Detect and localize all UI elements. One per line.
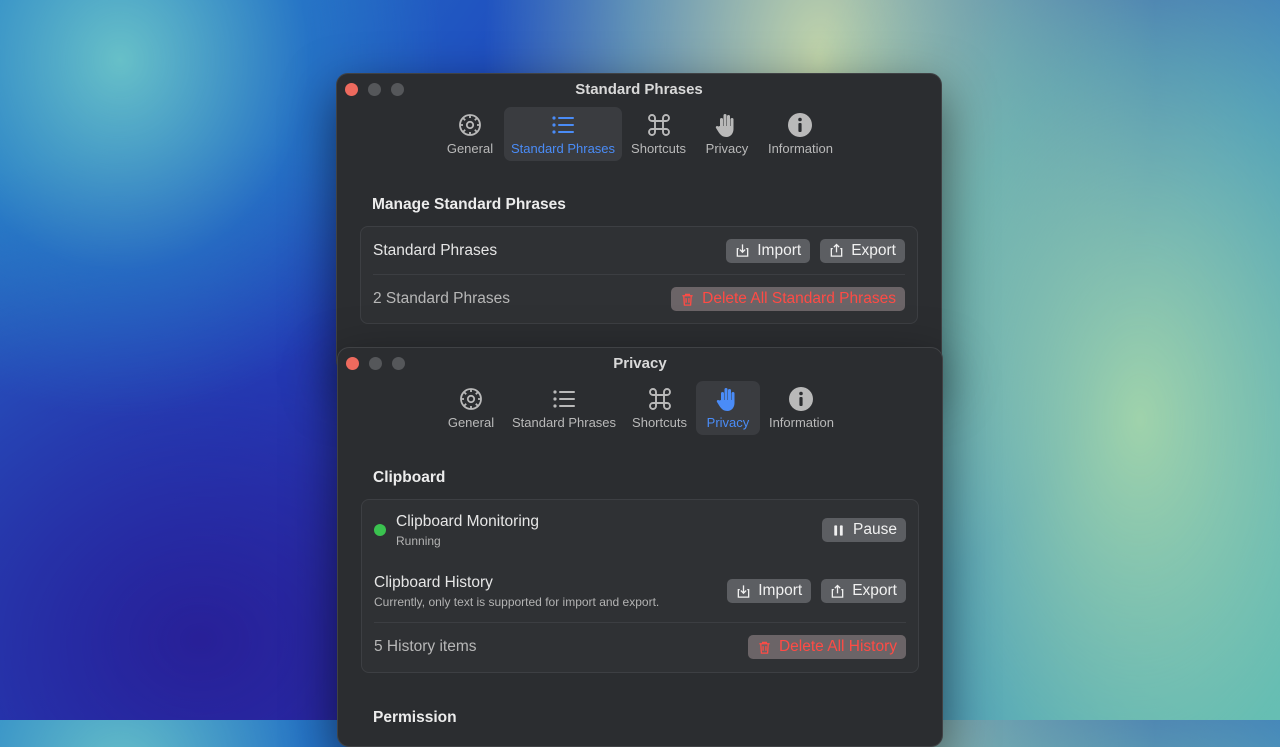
import-button[interactable]: Import — [727, 579, 812, 603]
share-icon — [830, 243, 843, 257]
tab-label: Privacy — [705, 141, 749, 156]
import-icon — [736, 244, 749, 257]
window-title: Standard Phrases — [575, 81, 703, 98]
hand-icon — [715, 114, 734, 137]
clipboard-card: Clipboard Monitoring Running Pause Clipb… — [361, 499, 919, 673]
toolbar-tabs: General Standard Phrases Shortcuts Priva… — [336, 107, 942, 161]
section-title: Manage Standard Phrases — [372, 196, 566, 213]
tab-label: General — [447, 415, 495, 430]
tab-label: Shortcuts — [632, 415, 687, 430]
row-label: Standard Phrases — [373, 241, 498, 259]
gear-icon — [460, 388, 482, 410]
export-button[interactable]: Export — [821, 579, 906, 603]
tab-label: Shortcuts — [631, 141, 686, 156]
import-icon — [737, 584, 750, 598]
tab-standard-phrases[interactable]: Standard Phrases — [503, 107, 623, 161]
history-row: Clipboard History Currently, only text i… — [362, 560, 918, 622]
tab-privacy[interactable]: Privacy — [695, 107, 759, 161]
tab-privacy[interactable]: Privacy — [695, 381, 760, 435]
window-title: Privacy — [613, 355, 667, 372]
title-bar: Standard Phrases — [336, 73, 942, 105]
tab-general[interactable]: General — [438, 107, 502, 161]
pause-button[interactable]: Pause — [822, 518, 906, 542]
history-note: Currently, only text is supported for im… — [374, 594, 660, 609]
export-label: Export — [851, 241, 896, 259]
info-icon — [789, 387, 814, 411]
import-label: Import — [757, 241, 802, 259]
history-count: 5 History items — [374, 638, 477, 655]
export-label: Export — [852, 582, 897, 599]
trash-icon — [759, 641, 770, 654]
delete-label: Delete All History — [778, 638, 897, 655]
hand-icon — [716, 388, 735, 411]
monitoring-status: Running — [396, 533, 441, 548]
title-bar: Privacy — [337, 347, 943, 379]
share-icon — [831, 584, 844, 598]
section-title: Clipboard — [373, 469, 446, 486]
tab-information[interactable]: Information — [762, 381, 841, 435]
import-button[interactable]: Import — [726, 238, 811, 263]
import-label: Import — [758, 582, 803, 599]
gear-icon — [459, 114, 481, 136]
phrases-row: Standard Phrases Import Export — [361, 227, 917, 274]
list-icon — [552, 116, 574, 134]
monitoring-row: Clipboard Monitoring Running Pause — [362, 500, 918, 560]
tab-shortcuts[interactable]: Shortcuts — [625, 381, 694, 435]
phrases-count-row: 2 Standard Phrases Delete All Standard P… — [361, 275, 917, 323]
tab-label: General — [446, 141, 494, 156]
history-count-row: 5 History items Delete All History — [362, 623, 918, 671]
standard-phrases-window: Standard Phrases General Standard Phrase… — [336, 73, 942, 373]
status-dot — [374, 524, 386, 536]
command-icon — [648, 388, 671, 410]
phrases-card: Standard Phrases Import Export 2 Standar… — [360, 226, 918, 324]
tab-standard-phrases[interactable]: Standard Phrases — [505, 381, 623, 435]
import-export-group: Import Export — [726, 238, 905, 263]
tab-general[interactable]: General — [439, 381, 503, 435]
pause-label: Pause — [853, 521, 897, 538]
privacy-window: Privacy General Standard Phrases Shortcu… — [337, 347, 943, 747]
tab-label: Information — [767, 141, 834, 156]
info-icon — [788, 113, 813, 137]
import-export-group: Import Export — [727, 579, 906, 603]
command-icon — [647, 114, 670, 136]
tab-information[interactable]: Information — [761, 107, 840, 161]
delete-label: Delete All Standard Phrases — [702, 290, 896, 307]
tab-label: Information — [768, 415, 835, 430]
toolbar-tabs: General Standard Phrases Shortcuts Priva… — [337, 381, 943, 435]
tab-label: Standard Phrases — [510, 141, 616, 156]
phrases-count: 2 Standard Phrases — [373, 290, 511, 307]
trash-icon — [682, 293, 693, 306]
permission-section-title: Permission — [373, 709, 457, 726]
tab-label: Standard Phrases — [511, 415, 617, 430]
tab-label: Privacy — [706, 415, 750, 430]
monitoring-label: Clipboard Monitoring — [396, 512, 540, 530]
history-label: Clipboard History — [374, 573, 493, 591]
list-icon — [553, 390, 575, 408]
delete-all-history-button[interactable]: Delete All History — [747, 635, 906, 659]
export-button[interactable]: Export — [820, 238, 905, 263]
tab-shortcuts[interactable]: Shortcuts — [624, 107, 693, 161]
delete-all-phrases-button[interactable]: Delete All Standard Phrases — [671, 287, 905, 311]
pause-icon — [834, 524, 843, 536]
